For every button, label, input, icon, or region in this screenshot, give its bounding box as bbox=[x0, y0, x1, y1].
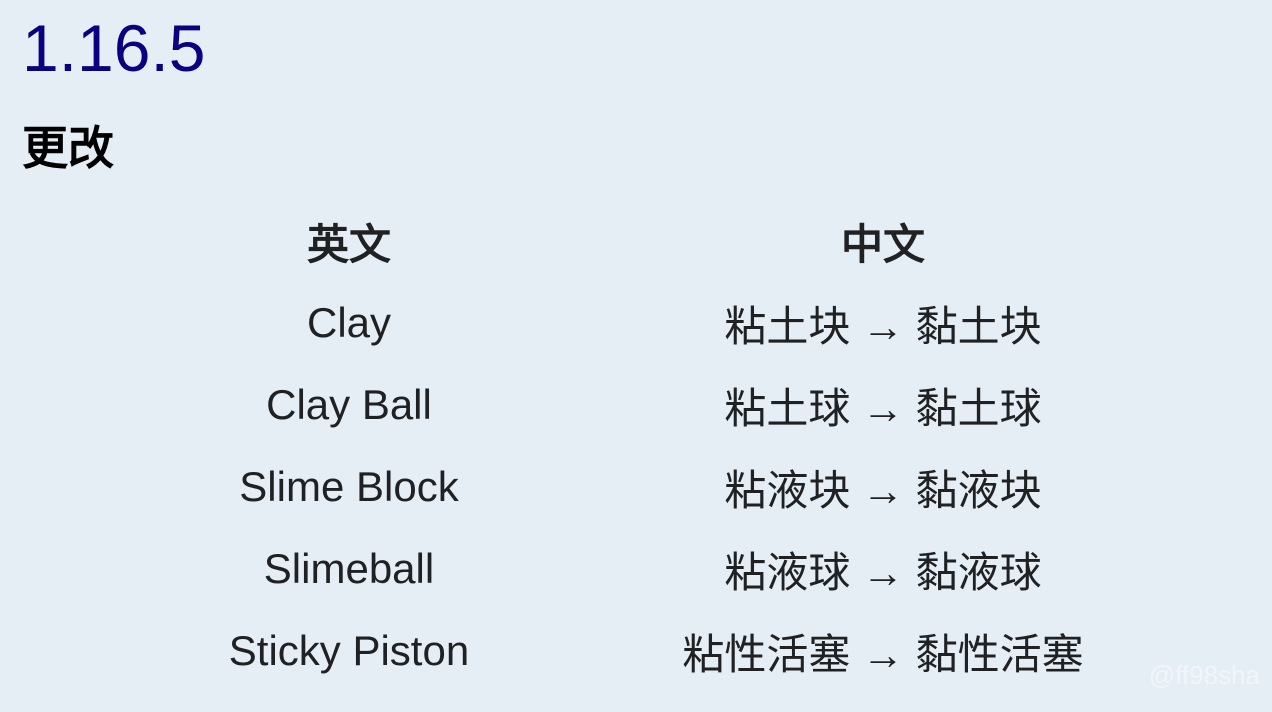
table-row: Slime Block 粘液块 → 黏液块 bbox=[82, 446, 1150, 528]
table-row: Sticky Piston 粘性活塞 → 黏性活塞 bbox=[82, 610, 1150, 692]
table-row: Clay 粘土块 → 黏土块 bbox=[82, 282, 1150, 364]
english-cell: Slimeball bbox=[263, 545, 435, 592]
version-heading: 1.16.5 bbox=[22, 11, 206, 85]
watermark: @ff98sha bbox=[1148, 660, 1260, 690]
english-cell: Sticky Piston bbox=[228, 627, 470, 674]
english-cell: Slime Block bbox=[239, 463, 459, 510]
chinese-cell: 粘土球 → 黏土球 bbox=[724, 384, 1042, 432]
translation-table: 英文 中文 Clay 粘土块 → 黏土块 Clay Ball 粘土球 → 黏土球 S… bbox=[82, 200, 1150, 692]
chinese-cell: 粘液球 → 黏液球 bbox=[724, 548, 1042, 596]
header-english: 英文 bbox=[306, 220, 391, 268]
chinese-cell: 粘土块 → 黏土块 bbox=[724, 302, 1042, 350]
header-chinese: 中文 bbox=[840, 220, 925, 268]
english-cell: Clay bbox=[306, 299, 392, 346]
table-row: Clay Ball 粘土球 → 黏土球 bbox=[82, 364, 1150, 446]
table-header-row: 英文 中文 bbox=[82, 200, 1150, 282]
chinese-cell: 粘性活塞 → 黏性活塞 bbox=[682, 630, 1084, 678]
table-row: Slimeball 粘液球 → 黏液球 bbox=[82, 528, 1150, 610]
section-heading: 更改 bbox=[22, 122, 114, 174]
english-cell: Clay Ball bbox=[266, 381, 432, 428]
chinese-cell: 粘液块 → 黏液块 bbox=[724, 466, 1042, 514]
